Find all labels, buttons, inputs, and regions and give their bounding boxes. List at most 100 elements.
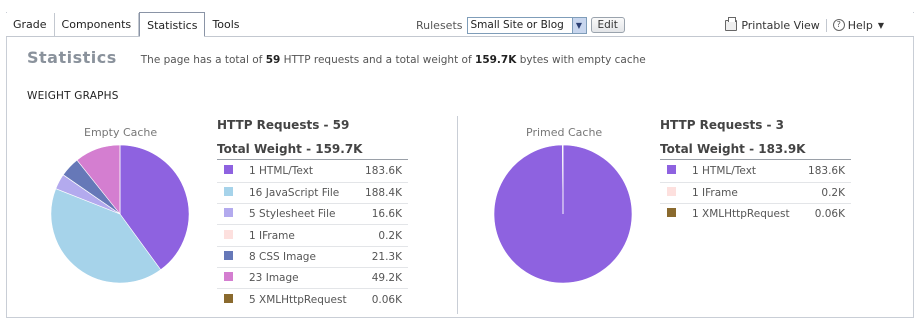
component-label: 5 Stylesheet File (247, 203, 360, 226)
component-count: 8 (249, 250, 256, 263)
component-size: 21.3K (359, 246, 408, 268)
legend-swatch-cell (217, 224, 247, 247)
component-size: 49.2K (359, 267, 408, 290)
component-label: 1 HTML/Text (690, 161, 803, 183)
legend-swatch (224, 229, 233, 239)
component-size: 183.6K (359, 161, 408, 183)
ruleset-select[interactable]: Small Site or Blog ▼ (466, 16, 587, 34)
component-size: 188.4K (359, 182, 408, 205)
tab-grade[interactable]: Grade (6, 13, 55, 37)
empty-cache-weight-heading: Total Weight - 159.7K (217, 142, 408, 160)
chevron-down-icon[interactable]: ▼ (571, 17, 586, 33)
printer-icon (725, 16, 738, 31)
legend-swatch (667, 186, 676, 196)
table-row: 1 IFrame 0.2K (217, 224, 408, 247)
legend-swatch-cell (660, 182, 690, 205)
component-count: 1 (692, 208, 699, 221)
legend-swatch-cell (217, 203, 247, 226)
tab-statistics[interactable]: Statistics (139, 12, 206, 37)
legend-swatch (224, 186, 233, 196)
toolbar: Grade Components Statistics Tools Rulese… (6, 12, 914, 37)
tab-components[interactable]: Components (55, 13, 140, 37)
legend-swatch (224, 165, 233, 175)
summary-suffix: bytes with empty cache (519, 54, 646, 66)
ruleset-control: Rulesets Small Site or Blog ▼ Edit (416, 16, 625, 34)
question-icon: ? (832, 19, 845, 31)
help-menu[interactable]: ? Help ▼ (827, 19, 884, 32)
panel-divider (457, 116, 458, 314)
component-count: 5 (249, 208, 256, 221)
ruleset-label: Rulesets (416, 18, 463, 32)
page-summary: The page has a total of 59 HTTP requests… (141, 54, 646, 66)
legend-swatch-cell (660, 161, 690, 183)
primed-cache-components-table: 1 HTML/Text 183.6K 1 IFrame 0.2K 1 XMLHttpRe… (660, 161, 851, 225)
component-size: 16.6K (359, 203, 408, 226)
component-type: JavaScript File (265, 186, 340, 199)
legend-swatch-cell (217, 289, 247, 310)
component-label: 1 HTML/Text (247, 161, 360, 183)
component-type: CSS Image (259, 250, 316, 263)
component-label: 5 XMLHttpRequest (247, 289, 359, 310)
primed-cache-label: Primed Cache (526, 126, 603, 139)
primed-cache-pie-chart (493, 144, 633, 284)
component-label: 16 JavaScript File (247, 182, 360, 205)
legend-swatch-cell (217, 246, 247, 268)
summary-prefix: The page has a total of (140, 54, 263, 66)
summary-requests: 59 (265, 54, 281, 66)
table-row: 5 Stylesheet File 16.6K (217, 203, 408, 226)
legend-swatch (667, 208, 676, 218)
section-title: WEIGHT GRAPHS (27, 90, 119, 102)
component-type: Image (265, 272, 299, 285)
legend-swatch-cell (217, 182, 247, 205)
component-count: 1 (692, 165, 699, 178)
printable-view-label: Printable View (741, 18, 820, 32)
page-title: Statistics (27, 48, 117, 67)
table-row: 1 HTML/Text 183.6K (217, 161, 408, 183)
legend-swatch-cell (660, 204, 690, 225)
toolbar-right: Printable View ? Help ▼ (725, 16, 884, 34)
component-size: 0.2K (802, 182, 851, 205)
summary-middle: HTTP requests and a total weight of (283, 54, 472, 66)
component-type: HTML/Text (702, 165, 757, 178)
component-type: XMLHttpRequest (259, 293, 347, 306)
component-count: 1 (692, 186, 699, 199)
component-label: 8 CSS Image (247, 246, 360, 268)
component-label: 23 Image (247, 267, 360, 290)
ruleset-selected-value: Small Site or Blog (470, 18, 564, 31)
component-count: 1 (249, 229, 256, 242)
table-row: 1 XMLHttpRequest 0.06K (660, 204, 851, 225)
table-row: 1 HTML/Text 183.6K (660, 161, 851, 183)
component-label: 1 XMLHttpRequest (690, 204, 802, 225)
component-label: 1 IFrame (690, 182, 803, 205)
table-row: 8 CSS Image 21.3K (217, 246, 408, 268)
primed-cache-requests-heading: HTTP Requests - 3 (660, 118, 785, 132)
component-size: 183.6K (802, 161, 851, 183)
tab-tools[interactable]: Tools (205, 13, 246, 37)
table-row: 1 IFrame 0.2K (660, 182, 851, 205)
legend-swatch (667, 165, 676, 175)
component-size: 0.06K (814, 208, 845, 221)
empty-cache-label: Empty Cache (84, 126, 158, 139)
primed-cache-weight-heading: Total Weight - 183.9K (660, 142, 851, 160)
empty-cache-requests-heading: HTTP Requests - 59 (217, 118, 350, 132)
table-row: 16 JavaScript File 188.4K (217, 182, 408, 205)
component-count: 5 (249, 293, 256, 306)
legend-swatch-cell (217, 267, 247, 290)
component-count: 1 (249, 165, 256, 178)
legend-swatch (224, 250, 233, 260)
legend-swatch (224, 293, 233, 303)
table-row: 5 XMLHttpRequest 0.06K (217, 289, 408, 310)
component-type: Stylesheet File (259, 208, 336, 221)
printable-view-link[interactable]: Printable View (725, 16, 827, 32)
help-label: Help (847, 18, 873, 32)
edit-ruleset-button[interactable]: Edit (590, 17, 625, 33)
summary-weight: 159.7K (475, 54, 517, 66)
empty-cache-pie-chart (50, 144, 190, 284)
component-label: 1 IFrame (247, 224, 360, 247)
page-header: Statistics The page has a total of 59 HT… (27, 48, 646, 67)
component-type: IFrame (702, 186, 738, 199)
component-type: IFrame (259, 229, 295, 242)
tab-bar: Grade Components Statistics Tools (6, 12, 247, 37)
component-type: HTML/Text (259, 165, 314, 178)
legend-swatch-cell (217, 161, 247, 183)
